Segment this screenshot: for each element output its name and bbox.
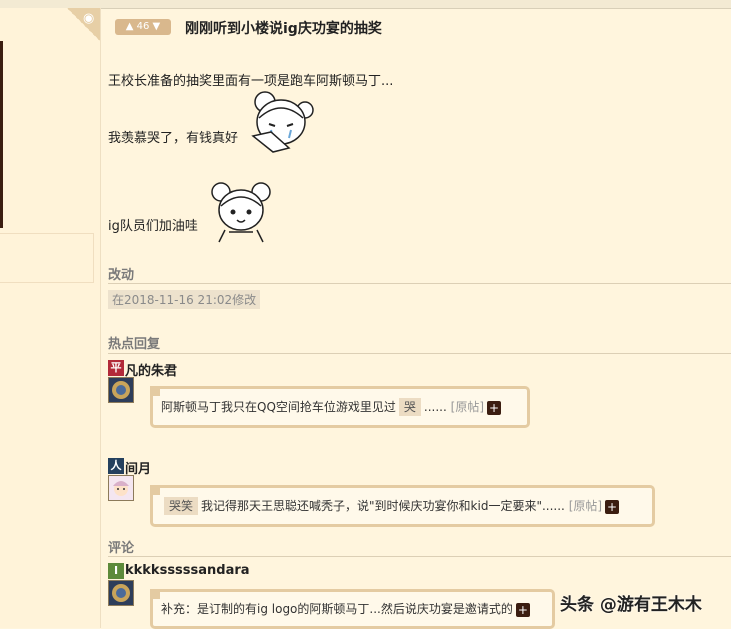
left-image-edge <box>0 41 3 228</box>
thumb-down-icon[interactable]: ▼ <box>153 21 161 32</box>
vote-badge[interactable]: ▲ 46 ▼ <box>115 19 171 35</box>
plus-icon[interactable]: + <box>605 499 620 514</box>
left-column <box>0 8 100 628</box>
avatar[interactable] <box>108 580 134 606</box>
post-main: ▲ 46 ▼ 刚刚听到小楼说ig庆功宴的抽奖 王校长准备的抽奖里面有一项是跑车阿… <box>100 8 731 629</box>
reply-text: 我记得那天王思聪还喊秃子，说"到时候庆功宴你和kid一定要来"...... <box>201 499 565 513</box>
sticker-cheering-girl <box>211 182 271 243</box>
user-level-icon: 平 <box>108 360 124 376</box>
comments-heading: 评论 <box>108 541 135 556</box>
plus-icon[interactable]: + <box>487 400 502 415</box>
user-name[interactable]: kkkksssssandara <box>125 563 250 578</box>
user-level-icon: I <box>108 563 124 579</box>
comments-divider <box>108 556 731 557</box>
hot-replies-divider <box>108 353 731 354</box>
post-line-2: 我羡慕哭了，有钱真好 <box>108 131 239 146</box>
sticker-crying-girl <box>251 91 314 153</box>
reply-bubble: 阿斯顿马丁我只在QQ空间抢车位游戏里见过哭...... [原帖] + <box>150 386 530 428</box>
hot-replies-heading: 热点回复 <box>108 337 161 352</box>
comment-bubble: 补充：是订制的有ig logo的阿斯顿马丁...然后说庆功宴是邀请式的 + <box>150 589 555 629</box>
thumb-up-icon[interactable]: ▲ <box>126 21 134 32</box>
reply-ellipsis: ...... <box>423 400 447 414</box>
original-post-link[interactable]: [原帖] <box>451 400 484 414</box>
apple-icon: ◉ <box>83 11 95 26</box>
post-line-1: 王校长准备的抽奖里面有一项是跑车阿斯顿马丁... <box>108 74 394 89</box>
post-title: 刚刚听到小楼说ig庆功宴的抽奖 <box>185 21 382 37</box>
post-line-3: ig队员们加油哇 <box>108 219 198 234</box>
emoticon-cry-laugh: 哭笑 <box>164 497 199 515</box>
edit-heading: 改动 <box>108 268 135 283</box>
vote-count: 46 <box>136 21 150 32</box>
comment-text: 补充：是订制的有ig logo的阿斯顿马丁...然后说庆功宴是邀请式的 <box>161 602 513 616</box>
edit-timestamp: 在2018-11-16 21:02修改 <box>108 290 261 309</box>
user-level-icon: 人 <box>108 458 124 474</box>
emoticon-cry: 哭 <box>398 398 421 416</box>
original-post-link[interactable]: [原帖] <box>569 499 602 513</box>
plus-icon[interactable]: + <box>515 602 530 617</box>
avatar[interactable] <box>108 475 134 501</box>
reply-text: 阿斯顿马丁我只在QQ空间抢车位游戏里见过 <box>161 400 396 414</box>
left-empty-box <box>0 233 94 283</box>
watermark: 头条 @游有王木木 <box>560 595 702 615</box>
avatar[interactable] <box>108 377 134 403</box>
reply-bubble: 哭笑 我记得那天王思聪还喊秃子，说"到时候庆功宴你和kid一定要来"...... … <box>150 485 655 527</box>
edit-divider <box>108 283 731 284</box>
